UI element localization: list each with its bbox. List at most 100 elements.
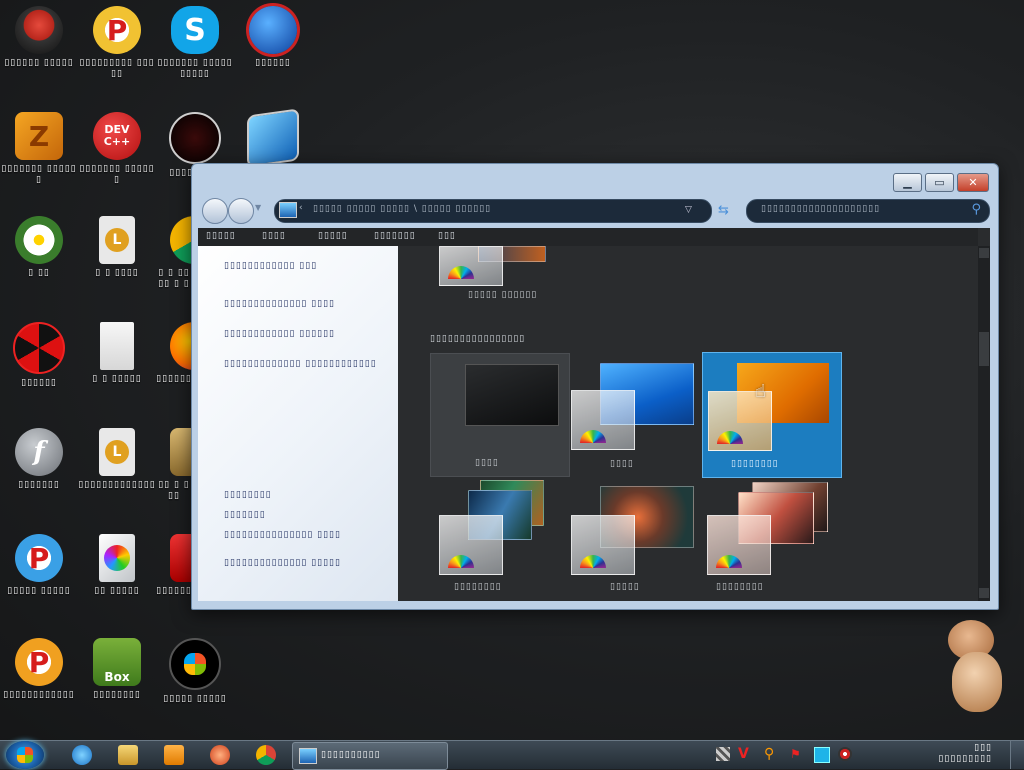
minimize-button[interactable]: ▁ [893,173,922,192]
flash-icon: f [15,428,63,476]
antivirus-tray-icon[interactable]: V [738,747,752,761]
volume-tray-icon[interactable] [838,747,852,761]
personalization-window[interactable]: ▁ ▭ ✕ ▼ ‹ ▯▯▯▯▯ ▯▯▯▯▯ ▯▯▯▯▯ \ ▯▯▯▯▯ ▯▯▯▯… [191,163,999,610]
color-wheel-icon [717,431,743,444]
search-icon[interactable]: ⚲ [971,202,981,217]
file-explorer-icon[interactable] [118,745,138,765]
theme-tile[interactable]: ▯▯▯▯ [430,353,570,477]
address-bar[interactable]: ‹ ▯▯▯▯▯ ▯▯▯▯▯ ▯▯▯▯▯ \ ▯▯▯▯▯ ▯▯▯▯▯▯ ▽ [274,199,712,223]
taskbar-window-button[interactable]: ▯▯▯▯▯▯▯▯▯▯ [292,742,448,770]
desktop-icon[interactable]: ▯ ▯▯ [0,216,78,279]
media-player-icon[interactable] [164,745,184,765]
theme-tile-selected[interactable]: ☝ ▯▯▯▯▯▯▯▯ [702,352,842,478]
task-link[interactable]: ▯▯▯▯▯▯▯▯▯▯▯▯▯ ▯▯▯▯▯▯▯▯▯▯▯▯ [224,358,384,371]
address-path: ▯▯▯▯▯ ▯▯▯▯▯ ▯▯▯▯▯ \ ▯▯▯▯▯ ▯▯▯▯▯▯ [313,204,492,214]
recent-pages-chevron-icon[interactable]: ▼ [255,203,261,212]
vertical-scrollbar[interactable] [978,246,990,601]
desktop-icon[interactable]: ▯▯▯▯▯▯ [234,6,312,69]
desktop-icon[interactable]: DEV C++ ▯▯▯▯▯▯▯ ▯▯▯▯▯▯ [78,112,156,186]
document-icon [100,322,134,370]
menu-item[interactable]: ▯▯▯▯ [262,231,286,241]
desktop-icon[interactable]: ▯▯▯▯▯▯ [156,322,192,385]
l-file-icon: L [99,216,135,264]
close-button[interactable]: ✕ [957,173,989,192]
desktop-icon[interactable]: ▯ ▯ ▯▯ ▯▯ ▯ ▯ [156,216,192,290]
flag-tray-icon[interactable]: ⚑ [790,747,804,761]
pdf-icon [170,534,192,582]
navigation-bar: ▼ ‹ ▯▯▯▯▯ ▯▯▯▯▯ ▯▯▯▯▯ \ ▯▯▯▯▯ ▯▯▯▯▯▯ ▽ ⇆… [198,194,992,226]
start-button[interactable] [6,741,44,769]
desktop-icon[interactable]: ▯▯▯▯▯▯ [156,534,192,597]
show-desktop-button[interactable] [1010,741,1024,769]
windows-logo-icon [17,747,33,763]
theme-label: ▯▯▯▯▯ [610,582,640,592]
l-file-icon-2: L [99,428,135,476]
desktop-icon[interactable]: ▯▯▯▯▯▯ ▯▯▯▯▯ [0,6,78,69]
maximize-button[interactable]: ▭ [925,173,954,192]
network-tray-icon[interactable] [716,747,730,761]
mouse-cursor-icon: ☝ [755,381,766,402]
p-app-icon-2: P [15,534,63,582]
refresh-icon[interactable]: ⇆ [718,203,729,218]
desktop-icon[interactable] [234,108,312,168]
forward-button[interactable] [228,198,254,224]
chrome-taskbar-icon[interactable] [256,745,276,765]
desktop-icon[interactable]: f ▯▯▯▯▯▯▯ [0,428,78,491]
computer-icon [279,202,297,218]
theme-label: ▯▯▯▯ [475,458,499,468]
p-app-icon-3: P [15,638,63,686]
red-round-icon [169,112,221,164]
desktop-icon[interactable]: P ▯▯▯▯▯▯▯▯▯▯▯▯ [0,638,78,701]
desktop-icon[interactable]: ▯▯ ▯ ▯ ▯▯ [156,428,192,502]
task-link[interactable]: ▯▯▯▯▯▯▯▯▯▯▯▯▯▯ ▯▯▯▯ [224,298,384,311]
desktop-icon[interactable]: ▯▯ ▯▯▯▯▯ [78,534,156,597]
menu-item[interactable]: ▯▯▯▯▯ [206,231,236,241]
task-link[interactable]: ▯▯▯▯▯▯▯▯▯▯▯▯ ▯▯▯ [224,260,384,273]
monitor-tray-icon[interactable] [814,747,830,763]
hamster-gadget[interactable] [944,616,1006,716]
close-icon: ✕ [968,176,978,189]
internet-explorer-icon[interactable] [72,745,92,765]
see-also-link[interactable]: ▯▯▯▯▯▯▯▯▯▯▯▯▯▯ ▯▯▯▯▯ [224,557,384,570]
see-also-link[interactable]: ▯▯▯▯▯▯▯▯▯▯▯▯▯▯▯ ▯▯▯▯ [224,529,384,542]
back-button[interactable] [202,198,228,224]
window-task-icon [299,748,317,764]
p-app-icon: P [93,6,141,54]
search-box[interactable]: ▯▯▯▯▯▯▯▯▯▯▯▯▯▯▯▯▯▯▯▯ ⚲ [746,199,990,223]
desktop-icon[interactable]: ▯ ▯ ▯▯▯▯▯ [78,322,156,385]
desktop-icon[interactable]: ▯▯▯▯▯▯ [0,322,78,389]
desktop-icon[interactable]: P ▯▯▯▯▯ ▯▯▯▯▯ [0,534,78,597]
menu-item[interactable]: ▯▯▯▯▯▯▯ [374,231,416,241]
clock[interactable]: ▯▯▯ ▯▯▯▯▯▯▯▯▯ [872,743,992,765]
color-wheel-icon [448,266,474,279]
tasks-pane: ▯▯▯▯▯▯▯▯▯▯▯▯ ▯▯▯ ▯▯▯▯▯▯▯▯▯▯▯▯▯▯ ▯▯▯▯ ▯▯▯… [198,246,398,601]
theme-label: ▯▯▯▯▯▯▯▯ [731,459,779,469]
monitor-icon [247,108,299,168]
menu-item[interactable]: ▯▯▯ [438,231,456,241]
scroll-up-arrow[interactable] [979,248,989,258]
desktop-icon[interactable]: L ▯ ▯ ▯▯▯▯ [78,216,156,279]
desktop-icon[interactable]: L ▯▯▯▯▯▯▯▯▯▯▯▯▯ [78,428,156,491]
theme-label: ▯▯▯▯▯▯▯▯ [716,582,764,592]
task-link[interactable]: ▯▯▯▯▯▯▯▯▯▯▯▯ ▯▯▯▯▯▯ [224,328,384,341]
globe-icon [249,6,297,54]
search-input[interactable]: ▯▯▯▯▯▯▯▯▯▯▯▯▯▯▯▯▯▯▯▯ [761,204,880,214]
title-bar[interactable]: ▁ ▭ ✕ [192,164,998,194]
address-dropdown-icon[interactable]: ▽ [685,205,692,215]
maximize-icon: ▭ [934,176,945,189]
weibo-icon[interactable] [210,745,230,765]
desktop-icon[interactable]: Z ▯▯▯▯▯▯▯ ▯▯▯▯▯▯ [0,112,78,186]
color-wheel-icon [580,555,606,568]
breadcrumb-chevron-icon: ‹ [299,203,303,213]
desktop-icon[interactable]: S ▯▯▯▯▯▯▯ ▯▯▯▯▯▯▯▯▯▯ [156,6,234,80]
desktop-icon[interactable]: P ▯▯▯▯▯▯▯▯▯ ▯▯▯▯▯ [78,6,156,80]
scroll-thumb[interactable] [979,332,989,366]
scroll-down-arrow[interactable] [979,588,989,598]
menu-item[interactable]: ▯▯▯▯▯ [318,231,348,241]
see-also-link[interactable]: ▯▯▯▯▯▯▯ [224,509,384,522]
search-tray-icon[interactable]: ⚲ [764,747,778,761]
theme-label: ▯▯▯▯▯▯▯▯ [454,582,502,592]
desktop-icon[interactable]: Box ▯▯▯▯▯▯▯▯ [78,638,156,701]
desktop-icon[interactable]: ▯▯▯▯▯ ▯▯▯▯▯ [156,638,234,705]
disc-icon [99,534,135,582]
